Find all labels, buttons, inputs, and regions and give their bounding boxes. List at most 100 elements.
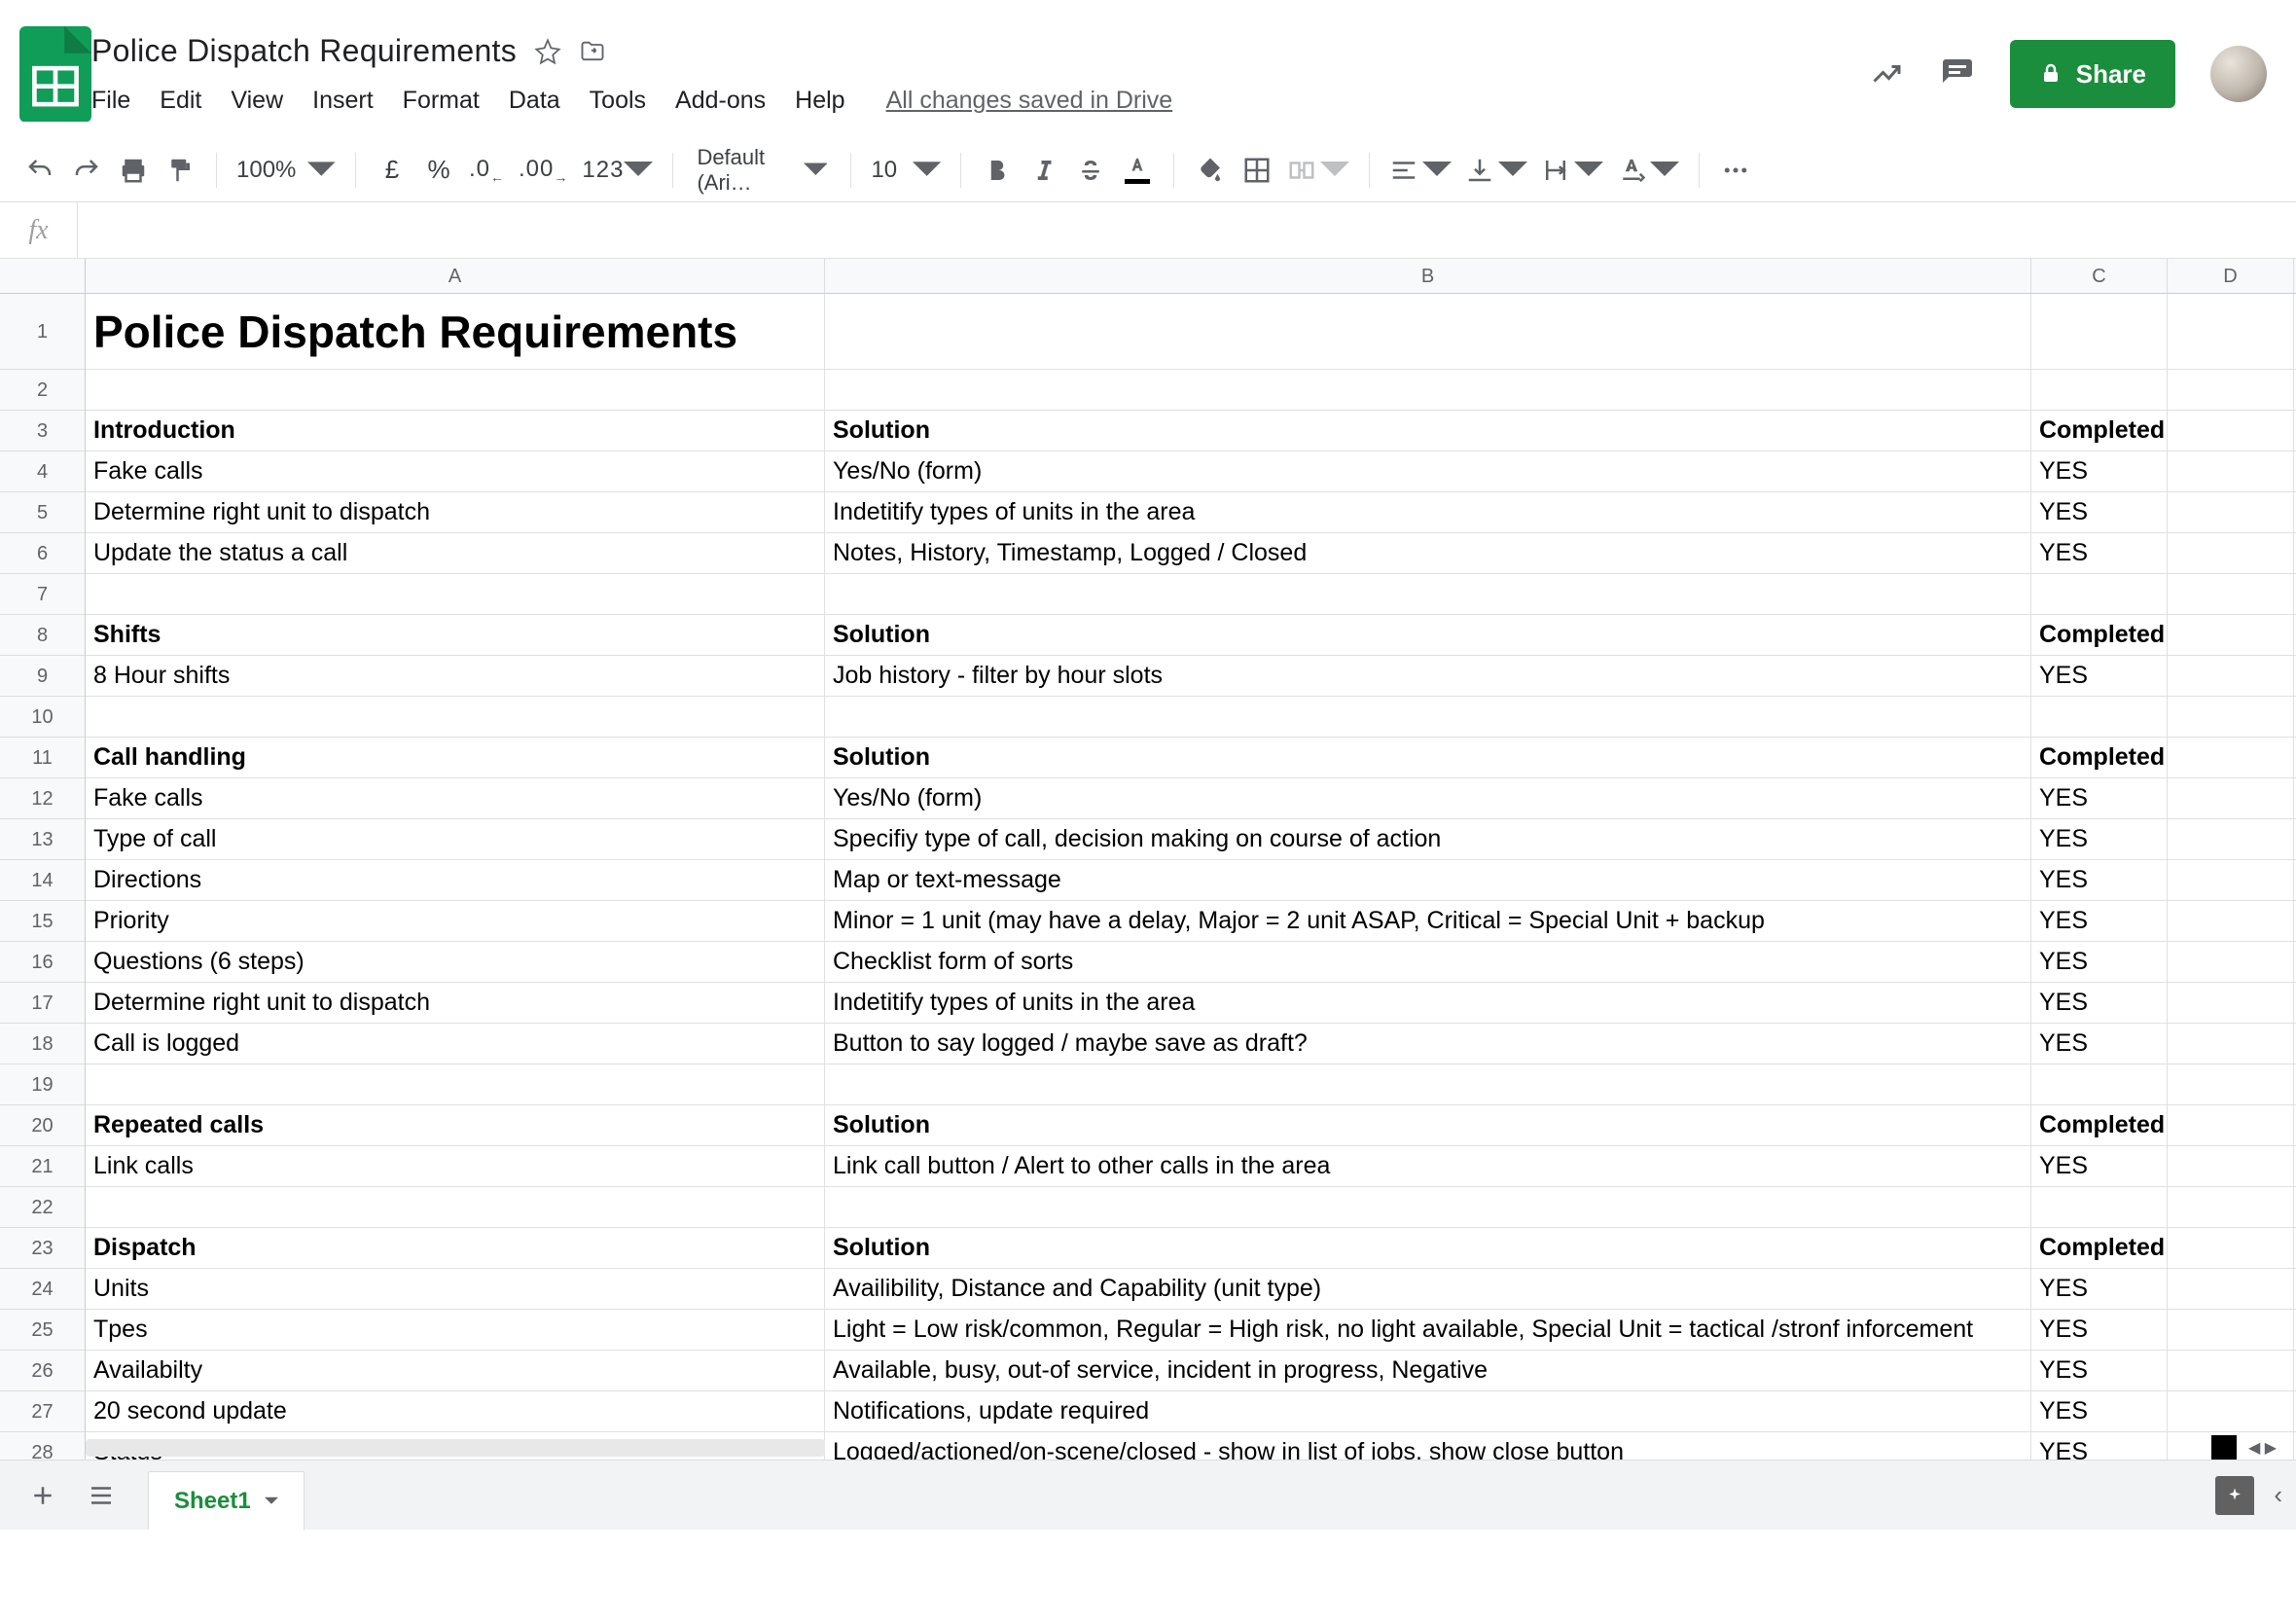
cell[interactable]: YES bbox=[2031, 901, 2168, 941]
scroll-arrows[interactable]: ◀ ▶ bbox=[2248, 1438, 2277, 1458]
cell[interactable] bbox=[2031, 294, 2168, 369]
cell[interactable]: Questions (6 steps) bbox=[86, 942, 825, 982]
cell[interactable]: YES bbox=[2031, 1310, 2168, 1350]
cell[interactable]: Notes, History, Timestamp, Logged / Clos… bbox=[825, 533, 2031, 573]
cell[interactable]: Solution bbox=[825, 738, 2031, 777]
cell[interactable] bbox=[86, 697, 825, 737]
cell[interactable]: Notifications, update required bbox=[825, 1391, 2031, 1431]
cell[interactable] bbox=[2168, 983, 2294, 1023]
table-row[interactable]: PriorityMinor = 1 unit (may have a delay… bbox=[86, 901, 2296, 942]
strikethrough-button[interactable] bbox=[1070, 150, 1111, 191]
row-header[interactable]: 24 bbox=[0, 1269, 85, 1310]
cell[interactable] bbox=[2168, 697, 2294, 737]
cell[interactable] bbox=[2168, 1105, 2294, 1145]
cell[interactable]: Repeated calls bbox=[86, 1105, 825, 1145]
cell[interactable]: Availibility, Distance and Capability (u… bbox=[825, 1269, 2031, 1309]
column-header-c[interactable]: C bbox=[2031, 259, 2168, 293]
cell[interactable]: YES bbox=[2031, 860, 2168, 900]
cell[interactable]: Link calls bbox=[86, 1146, 825, 1186]
paint-format-button[interactable] bbox=[160, 150, 200, 191]
table-row[interactable]: Fake callsYes/No (form)YES bbox=[86, 778, 2296, 819]
cell[interactable]: Update the status a call bbox=[86, 533, 825, 573]
cell[interactable]: Type of call bbox=[86, 819, 825, 859]
cell[interactable] bbox=[2168, 1391, 2294, 1431]
percent-button[interactable]: % bbox=[418, 150, 459, 191]
cell[interactable]: YES bbox=[2031, 492, 2168, 532]
cell[interactable]: Dispatch bbox=[86, 1228, 825, 1268]
sheets-app-icon[interactable] bbox=[19, 25, 91, 123]
trend-icon[interactable] bbox=[1870, 56, 1905, 91]
cell[interactable]: Fake calls bbox=[86, 778, 825, 818]
table-row[interactable]: Determine right unit to dispatchIndetiti… bbox=[86, 492, 2296, 533]
table-row[interactable] bbox=[86, 1187, 2296, 1228]
cell[interactable]: YES bbox=[2031, 656, 2168, 696]
cell[interactable]: Specifiy type of call, decision making o… bbox=[825, 819, 2031, 859]
cell[interactable] bbox=[2168, 819, 2294, 859]
table-row[interactable]: DispatchSolutionCompleted bbox=[86, 1228, 2296, 1269]
row-header[interactable]: 10 bbox=[0, 697, 85, 738]
cell[interactable] bbox=[2168, 1146, 2294, 1186]
menu-format[interactable]: Format bbox=[403, 87, 480, 115]
cell[interactable]: YES bbox=[2031, 1351, 2168, 1390]
table-row[interactable]: Questions (6 steps)Checklist form of sor… bbox=[86, 942, 2296, 983]
cell[interactable]: Solution bbox=[825, 1105, 2031, 1145]
cell[interactable] bbox=[2168, 901, 2294, 941]
table-row[interactable]: AvailabiltyAvailable, busy, out-of servi… bbox=[86, 1351, 2296, 1391]
cell[interactable] bbox=[86, 1187, 825, 1227]
menu-tools[interactable]: Tools bbox=[590, 87, 646, 115]
zoom-dropdown[interactable]: 100% bbox=[233, 150, 340, 191]
menu-view[interactable]: View bbox=[231, 87, 283, 115]
cell[interactable]: Checklist form of sorts bbox=[825, 942, 2031, 982]
menu-addons[interactable]: Add-ons bbox=[675, 87, 766, 115]
fill-color-button[interactable] bbox=[1190, 150, 1231, 191]
table-row[interactable]: IntroductionSolutionCompleted bbox=[86, 411, 2296, 451]
save-status[interactable]: All changes saved in Drive bbox=[886, 87, 1173, 115]
horizontal-align-button[interactable] bbox=[1385, 150, 1455, 191]
comments-icon[interactable] bbox=[1940, 56, 1975, 91]
row-header[interactable]: 7 bbox=[0, 574, 85, 615]
cell[interactable]: Job history - filter by hour slots bbox=[825, 656, 2031, 696]
cell[interactable]: Call handling bbox=[86, 738, 825, 777]
row-header[interactable]: 2 bbox=[0, 370, 85, 411]
cell[interactable]: Yes/No (form) bbox=[825, 778, 2031, 818]
table-row[interactable]: DirectionsMap or text-messageYES bbox=[86, 860, 2296, 901]
table-row[interactable] bbox=[86, 370, 2296, 411]
table-row[interactable]: Call is loggedButton to say logged / may… bbox=[86, 1024, 2296, 1064]
cell[interactable] bbox=[2168, 942, 2294, 982]
cell[interactable] bbox=[2168, 615, 2294, 655]
formula-input[interactable] bbox=[78, 202, 2296, 258]
menu-data[interactable]: Data bbox=[509, 87, 560, 115]
row-header[interactable]: 9 bbox=[0, 656, 85, 697]
table-row[interactable]: 8 Hour shiftsJob history - filter by hou… bbox=[86, 656, 2296, 697]
document-title[interactable]: Police Dispatch Requirements bbox=[91, 33, 517, 69]
cell[interactable]: Police Dispatch Requirements bbox=[86, 294, 825, 369]
cell[interactable] bbox=[2168, 1187, 2294, 1227]
sheet-tab-active[interactable]: Sheet1 bbox=[148, 1471, 305, 1530]
table-row[interactable]: Update the status a callNotes, History, … bbox=[86, 533, 2296, 574]
cell[interactable]: 20 second update bbox=[86, 1391, 825, 1431]
text-rotation-button[interactable] bbox=[1613, 150, 1683, 191]
cell[interactable]: Availabilty bbox=[86, 1351, 825, 1390]
row-header[interactable]: 15 bbox=[0, 901, 85, 942]
font-size-dropdown[interactable]: 10 bbox=[867, 150, 945, 191]
cell[interactable] bbox=[2168, 492, 2294, 532]
cell[interactable] bbox=[86, 370, 825, 410]
row-header[interactable]: 12 bbox=[0, 778, 85, 819]
cell[interactable] bbox=[2168, 294, 2294, 369]
cell[interactable] bbox=[2168, 1024, 2294, 1064]
cell[interactable]: Completed bbox=[2031, 411, 2168, 451]
cell[interactable]: Fake calls bbox=[86, 451, 825, 491]
cell[interactable]: Completed bbox=[2031, 738, 2168, 777]
cell[interactable] bbox=[2031, 1064, 2168, 1104]
cell[interactable]: Button to say logged / maybe save as dra… bbox=[825, 1024, 2031, 1064]
cell[interactable]: Determine right unit to dispatch bbox=[86, 492, 825, 532]
cell[interactable] bbox=[2168, 860, 2294, 900]
cell[interactable]: Solution bbox=[825, 1228, 2031, 1268]
select-all-corner[interactable] bbox=[0, 259, 86, 293]
row-header[interactable]: 18 bbox=[0, 1024, 85, 1064]
star-icon[interactable] bbox=[534, 38, 561, 65]
cell[interactable] bbox=[2168, 778, 2294, 818]
cell[interactable]: Completed bbox=[2031, 1228, 2168, 1268]
menu-file[interactable]: File bbox=[91, 87, 130, 115]
cell[interactable] bbox=[86, 574, 825, 614]
